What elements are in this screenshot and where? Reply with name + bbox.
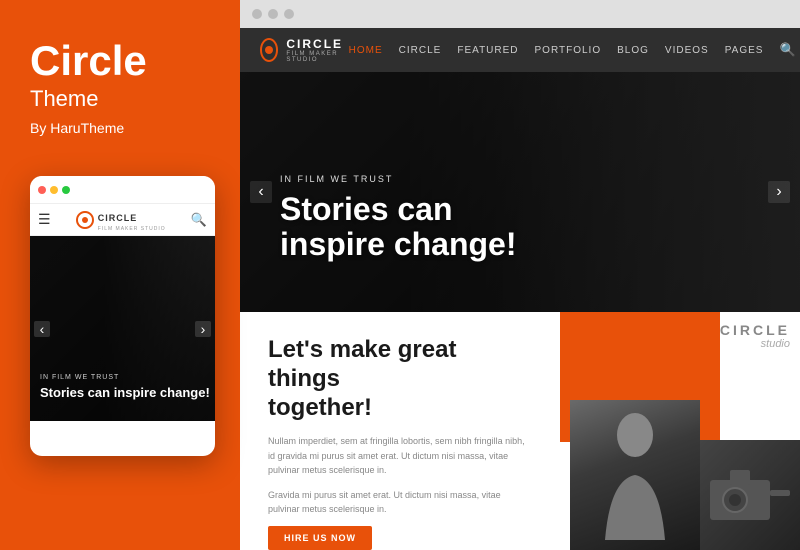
mobile-hero: IN FILM WE TRUST Stories can inspire cha… [30,236,215,421]
left-panel: Circle Theme By HaruTheme ☰ CIRCLE FILM … [0,0,240,550]
desktop-hero-person [492,72,800,312]
mobile-dot-green [62,186,70,194]
mobile-mockup: ☰ CIRCLE FILM MAKER STUDIO 🔍 IN FILM WE … [30,176,215,456]
mobile-nav: ☰ CIRCLE FILM MAKER STUDIO 🔍 [30,204,215,236]
mobile-prev-button[interactable]: ‹ [34,321,50,337]
desktop-prev-button[interactable]: ‹ [250,181,272,203]
desktop-website: CIRCLE FILM MAKER STUDIO HOME CIRCLE FEA… [240,28,800,550]
nav-link-portfolio[interactable]: PORTFOLIO [535,45,602,56]
equipment-silhouette [700,440,800,550]
desktop-logo-icon [260,38,278,62]
brand-title: Circle [30,40,147,82]
browser-dot-1 [252,9,262,19]
desktop-hero-tagline: IN FILM WE TRUST [280,174,517,184]
mobile-traffic-lights [38,186,70,194]
right-panel: CIRCLE FILM MAKER STUDIO HOME CIRCLE FEA… [240,0,800,550]
browser-chrome [240,0,800,28]
mobile-logo-title: CIRCLE [98,213,138,223]
browser-dot-3 [284,9,294,19]
mobile-hero-content: IN FILM WE TRUST Stories can inspire cha… [40,374,210,401]
nav-link-circle[interactable]: CIRCLE [399,45,442,56]
brand-subtitle: Theme [30,86,98,112]
mobile-hero-tagline: IN FILM WE TRUST [40,374,210,381]
nav-link-featured[interactable]: FEATURED [457,45,518,56]
by-line: By HaruTheme [30,120,124,136]
person-photo-inner [570,400,700,550]
desktop-nav: CIRCLE FILM MAKER STUDIO HOME CIRCLE FEA… [240,28,800,72]
browser-dot-2 [268,9,278,19]
desktop-logo-sub: FILM MAKER STUDIO [286,51,348,63]
circle-studio-title: CIRCLE [720,322,790,338]
mobile-logo-sub: FILM MAKER STUDIO [98,226,166,232]
desktop-text-1: Nullam imperdiet, sem at fringilla lobor… [268,434,532,477]
mobile-top-bar [30,176,215,204]
desktop-logo: CIRCLE FILM MAKER STUDIO [260,37,349,63]
mobile-dot-red [38,186,46,194]
mobile-logo: CIRCLE FILM MAKER STUDIO [76,208,166,232]
mobile-logo-icon [76,211,94,229]
hire-us-button[interactable]: Hire Us Now [268,526,372,550]
equipment-photo [700,440,800,550]
desktop-nav-links: HOME CIRCLE FEATURED PORTFOLIO BLOG VIDE… [349,42,796,58]
hamburger-icon[interactable]: ☰ [38,211,51,228]
person-silhouette [595,410,675,540]
desktop-logo-title: CIRCLE [286,37,348,51]
mobile-search-icon[interactable]: 🔍 [191,212,207,228]
nav-link-blog[interactable]: BLOG [617,45,649,56]
desktop-logo-text: CIRCLE FILM MAKER STUDIO [286,37,348,63]
person-photo [570,400,700,550]
desktop-search-icon[interactable]: 🔍 [779,42,795,58]
circle-studio-sub: studio [720,338,790,350]
nav-link-home[interactable]: HOME [349,45,383,56]
mobile-dot-yellow [50,186,58,194]
desktop-next-button[interactable]: › [768,181,790,203]
desktop-hero-content: IN FILM WE TRUST Stories can inspire cha… [280,174,517,262]
nav-link-pages[interactable]: PAGES [725,45,764,56]
desktop-bottom-left: Let's make great things together! Nullam… [240,312,560,550]
desktop-heading: Let's make great things together! [268,336,532,422]
mobile-hero-title: Stories can inspire change! [40,385,210,401]
nav-link-videos[interactable]: VIDEOS [665,45,709,56]
mobile-next-button[interactable]: › [195,321,211,337]
desktop-bottom: Let's make great things together! Nullam… [240,312,800,550]
desktop-hero: IN FILM WE TRUST Stories can inspire cha… [240,72,800,312]
circle-studio-text: CIRCLE studio [720,322,790,350]
desktop-text-2: Gravida mi purus sit amet erat. Ut dictu… [268,488,532,517]
desktop-bottom-right: CIRCLE studio [560,312,800,550]
desktop-hero-title: Stories can inspire change! [280,192,517,262]
